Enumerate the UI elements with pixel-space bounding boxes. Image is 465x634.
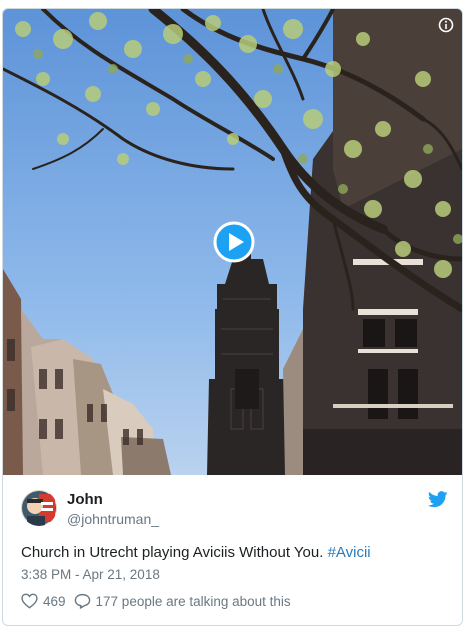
heart-icon[interactable] xyxy=(21,593,38,609)
tweet-text-body: Church in Utrecht playing Aviciis Withou… xyxy=(21,544,328,561)
video-thumbnail[interactable] xyxy=(3,9,462,475)
tweet-embed-card: John @johntruman_ Church in Utrecht play… xyxy=(2,8,463,626)
tweet-text: Church in Utrecht playing Aviciis Withou… xyxy=(21,544,371,561)
hashtag-link[interactable]: #Avicii xyxy=(328,544,371,561)
avatar[interactable] xyxy=(21,490,57,526)
user-name[interactable]: John xyxy=(67,491,103,508)
user-handle[interactable]: @johntruman_ xyxy=(67,511,159,527)
twitter-bird-icon[interactable] xyxy=(428,491,448,508)
info-icon[interactable] xyxy=(438,17,454,33)
like-count[interactable]: 469 xyxy=(43,594,66,609)
tweet-body: John @johntruman_ Church in Utrecht play… xyxy=(3,475,462,625)
talking-count[interactable]: 177 people are talking about this xyxy=(96,594,291,609)
tweet-timestamp[interactable]: 3:38 PM - Apr 21, 2018 xyxy=(21,567,160,582)
speech-bubble-icon[interactable] xyxy=(74,593,91,609)
play-icon[interactable] xyxy=(213,221,255,263)
tweet-actions: 469 177 people are talking about this xyxy=(21,593,291,609)
